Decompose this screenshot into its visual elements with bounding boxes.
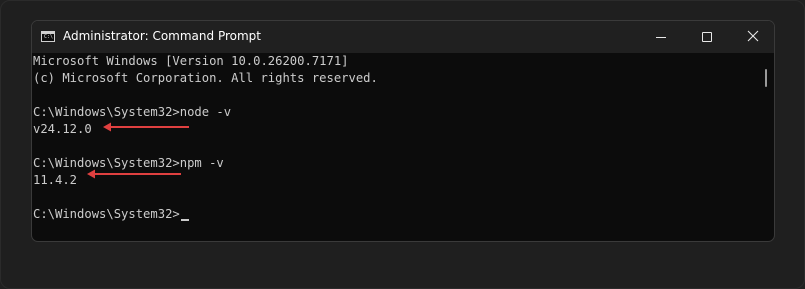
- prompt-line: C:\Windows\System32>: [33, 206, 189, 223]
- maximize-icon: [702, 32, 712, 42]
- app-icon-text: C:\: [44, 34, 54, 40]
- text-cursor: [180, 219, 189, 221]
- scrollbar-thumb[interactable]: [765, 69, 767, 87]
- terminal-line: C:\Windows\System32>node -v: [33, 105, 232, 119]
- terminal-line: Microsoft Windows [Version 10.0.26200.71…: [33, 54, 349, 68]
- window-title: Administrator: Command Prompt: [63, 29, 261, 43]
- maximize-button[interactable]: [684, 21, 730, 53]
- prompt-text: C:\Windows\System32>: [33, 207, 180, 221]
- terminal-line: (c) Microsoft Corporation. All rights re…: [33, 71, 378, 85]
- annotation-arrow-npm: [87, 169, 181, 179]
- minimize-icon: [656, 37, 666, 38]
- cmd-app-icon: C:\: [41, 31, 55, 42]
- annotation-arrow-node: [103, 122, 189, 132]
- title-bar[interactable]: C:\ Administrator: Command Prompt: [32, 21, 774, 53]
- screenshot-frame: C:\ Administrator: Command Prompt Micros…: [0, 0, 805, 289]
- terminal-line: v24.12.0: [33, 122, 92, 136]
- terminal-line: 11.4.2: [33, 173, 78, 187]
- minimize-button[interactable]: [638, 21, 684, 53]
- close-icon: [747, 30, 759, 42]
- close-button[interactable]: [730, 21, 774, 53]
- terminal-output[interactable]: Microsoft Windows [Version 10.0.26200.71…: [32, 53, 762, 241]
